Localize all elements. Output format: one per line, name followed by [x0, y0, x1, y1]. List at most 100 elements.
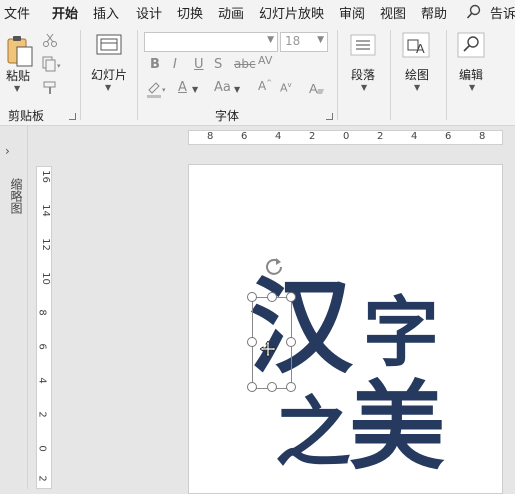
- text-shadow-button[interactable]: S: [214, 57, 222, 72]
- tell-me-box[interactable]: 告诉: [490, 3, 515, 22]
- separator: [80, 30, 81, 120]
- find-icon[interactable]: [457, 32, 485, 61]
- strikethrough-button[interactable]: abc: [234, 57, 256, 71]
- drawing-button[interactable]: 绘图: [405, 66, 429, 83]
- resize-handle[interactable]: [267, 292, 277, 302]
- paragraph-dropdown-icon[interactable]: ▼: [361, 83, 367, 92]
- separator: [137, 30, 138, 120]
- tab-design[interactable]: 设计: [136, 3, 162, 22]
- resize-handle[interactable]: [267, 382, 277, 392]
- resize-handle[interactable]: [247, 382, 257, 392]
- decrease-font-button[interactable]: Av: [280, 81, 292, 95]
- resize-handle[interactable]: [286, 382, 296, 392]
- tab-review[interactable]: 审阅: [339, 3, 365, 22]
- separator: [390, 30, 391, 120]
- paragraph-button[interactable]: 段落: [351, 66, 375, 83]
- copy-icon[interactable]: ▾: [42, 56, 64, 75]
- paste-button[interactable]: 粘贴: [6, 67, 30, 84]
- ruler-number: 8: [479, 131, 486, 142]
- workspace: › 缩略图 8 6 4 2 0 2 4 6 8 16 14 12 10 8 6 …: [0, 126, 515, 494]
- resize-handle[interactable]: [286, 292, 296, 302]
- tab-view[interactable]: 视图: [380, 3, 406, 22]
- new-slide-button[interactable]: 幻灯片: [91, 66, 127, 83]
- shapes-icon[interactable]: A: [402, 32, 430, 61]
- ruler-number: 2: [36, 475, 48, 482]
- tab-slideshow[interactable]: 幻灯片放映: [259, 3, 324, 22]
- slide-char-zhi[interactable]: 之: [275, 395, 351, 471]
- tab-insert[interactable]: 插入: [93, 3, 119, 22]
- drawing-dropdown-icon[interactable]: ▼: [414, 83, 420, 92]
- editing-dropdown-icon[interactable]: ▼: [469, 83, 475, 92]
- paste-dropdown-icon[interactable]: ▼: [14, 84, 20, 93]
- slide-char-mei[interactable]: 美: [349, 379, 445, 475]
- italic-button[interactable]: I: [173, 57, 177, 72]
- chevron-down-icon[interactable]: ▼: [317, 35, 324, 45]
- font-dialog-launcher[interactable]: [326, 113, 333, 120]
- clear-formatting-icon[interactable]: A: [309, 80, 327, 99]
- rotate-handle-icon[interactable]: [262, 254, 286, 281]
- menu-bar: 文件 开始 插入 设计 切换 动画 幻灯片放映 审阅 视图 帮助 告诉: [0, 0, 515, 26]
- svg-text:▾: ▾: [162, 86, 166, 94]
- highlight-icon[interactable]: ▾: [146, 80, 168, 101]
- svg-text:A: A: [309, 81, 318, 96]
- tab-transitions[interactable]: 切换: [177, 3, 203, 22]
- svg-text:A: A: [416, 41, 425, 56]
- paragraph-icon[interactable]: [350, 34, 376, 59]
- increase-font-button[interactable]: A^: [258, 79, 272, 93]
- clipboard-dialog-launcher[interactable]: [69, 113, 76, 120]
- ruler-number: 0: [343, 131, 350, 142]
- ruler-number: 2: [36, 411, 48, 418]
- tab-file[interactable]: 文件: [4, 3, 30, 22]
- change-case-dropdown-icon[interactable]: ▼: [234, 85, 240, 94]
- font-name-combo[interactable]: ▼: [144, 32, 278, 52]
- vertical-ruler[interactable]: 16 14 12 10 8 6 4 2 0 2: [36, 166, 52, 489]
- new-slide-dropdown-icon[interactable]: ▼: [105, 83, 111, 92]
- ruler-number: 6: [241, 131, 248, 142]
- ruler-number: 0: [36, 445, 48, 452]
- clipboard-group-label: 剪贴板: [8, 109, 45, 123]
- chevron-down-icon[interactable]: ▼: [267, 35, 274, 45]
- expand-panel-icon[interactable]: ›: [5, 144, 10, 158]
- ruler-number: 14: [39, 204, 51, 217]
- ruler-number: 12: [39, 238, 51, 251]
- thumbnail-panel-label: 缩略图: [9, 178, 23, 214]
- font-size-value: 18: [285, 34, 301, 48]
- format-painter-icon[interactable]: [42, 80, 58, 99]
- search-icon[interactable]: [466, 4, 482, 23]
- slide-char-zi[interactable]: 字: [363, 295, 439, 371]
- font-size-combo[interactable]: 18 ▼: [280, 32, 328, 52]
- ruler-number: 8: [207, 131, 214, 142]
- separator: [337, 30, 338, 120]
- tab-help[interactable]: 帮助: [421, 3, 447, 22]
- font-color-button[interactable]: A: [178, 80, 187, 95]
- horizontal-ruler[interactable]: 8 6 4 2 0 2 4 6 8: [188, 130, 503, 145]
- ruler-number: 2: [309, 131, 316, 142]
- tab-home[interactable]: 开始: [52, 3, 79, 26]
- resize-handle[interactable]: [286, 337, 296, 347]
- character-spacing-button[interactable]: AV: [258, 54, 272, 67]
- ruler-number: 6: [445, 131, 452, 142]
- bold-button[interactable]: B: [150, 57, 160, 72]
- thumbnail-panel: › 缩略图: [0, 126, 28, 489]
- editing-button[interactable]: 编辑: [459, 66, 483, 83]
- ruler-number: 4: [36, 377, 48, 384]
- ruler-number: 10: [39, 272, 51, 285]
- resize-handle[interactable]: [247, 337, 257, 347]
- font-color-dropdown-icon[interactable]: ▼: [192, 85, 198, 94]
- ruler-number: 6: [36, 343, 48, 350]
- ruler-number: 2: [377, 131, 384, 142]
- cut-icon[interactable]: [42, 32, 58, 51]
- change-case-button[interactable]: Aa: [214, 80, 231, 95]
- font-group-label: 字体: [215, 109, 240, 123]
- paste-icon[interactable]: [6, 34, 36, 71]
- underline-button[interactable]: U: [194, 57, 204, 72]
- ribbon: 粘贴 ▼ ▾ 剪贴板 幻灯片 ▼ ▼ 18 ▼ B I U S abc AV ▾…: [0, 24, 515, 126]
- new-slide-icon[interactable]: [96, 34, 122, 59]
- move-cursor-icon: [259, 340, 277, 360]
- tab-animations[interactable]: 动画: [218, 3, 244, 22]
- resize-handle[interactable]: [247, 292, 257, 302]
- ruler-number: 4: [411, 131, 418, 142]
- slide-canvas[interactable]: 汉 字 之 美: [188, 164, 503, 494]
- ruler-number: 4: [275, 131, 282, 142]
- separator: [446, 30, 447, 120]
